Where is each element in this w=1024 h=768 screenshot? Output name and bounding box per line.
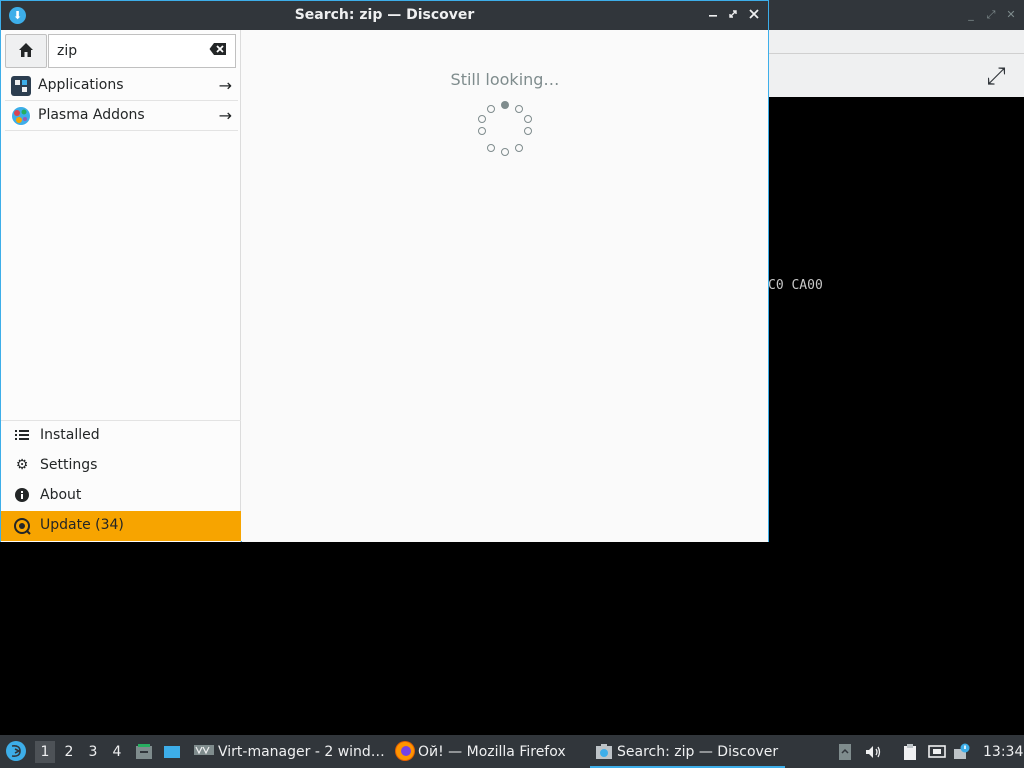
category-plasma-addons[interactable]: Plasma Addons →: [5, 101, 238, 131]
update-notifier-icon[interactable]: [953, 743, 971, 761]
taskbar: 1 2 3 4 Virt-manager - 2 wind… Ой! — Moz…: [0, 735, 1024, 768]
nav-label: Update (34): [40, 517, 124, 533]
nav-label: Installed: [40, 427, 100, 443]
titlebar[interactable]: ⬇ Search: zip — Discover: [1, 1, 768, 30]
nav-label: Settings: [40, 457, 98, 473]
minimize-button[interactable]: [706, 8, 720, 22]
list-icon: [13, 427, 31, 445]
gear-icon: ⚙: [15, 457, 29, 473]
file-manager-icon[interactable]: [135, 743, 153, 761]
home-icon: [18, 42, 34, 62]
sidebar: Applications → Plasma Addons → Installed…: [1, 30, 241, 542]
window-title: Search: zip — Discover: [294, 7, 475, 23]
category-label: Applications: [38, 77, 124, 93]
discover-icon: [595, 743, 613, 761]
plasma-addons-icon: [11, 106, 31, 126]
nav-label: About: [40, 487, 82, 503]
task-discover[interactable]: Search: zip — Discover: [590, 735, 785, 768]
clock[interactable]: 13:34: [983, 744, 1023, 760]
show-desktop-icon[interactable]: [163, 743, 181, 761]
task-discover-label: Search: zip — Discover: [617, 744, 779, 760]
desktop-2[interactable]: 2: [59, 744, 79, 760]
loading-spinner-icon: [478, 101, 532, 156]
firefox-icon: [395, 741, 415, 761]
nav-installed[interactable]: Installed: [1, 421, 241, 451]
arrow-right-icon: →: [218, 76, 232, 95]
desktop-1[interactable]: 1: [35, 741, 55, 763]
clear-text-icon[interactable]: [209, 42, 229, 60]
update-icon: [13, 517, 31, 535]
background-titlebar: _ ⤢ ✕: [768, 0, 1024, 30]
category-label: Plasma Addons: [38, 107, 145, 123]
home-button[interactable]: [5, 34, 47, 68]
volume-icon[interactable]: [864, 743, 882, 761]
background-window: _ ⤢ ✕ ⤢ C0 CA00: [768, 0, 1024, 735]
task-virt-manager[interactable]: Virt-manager - 2 wind…: [218, 744, 385, 760]
application-launcher-icon[interactable]: [6, 741, 26, 761]
minimize-icon[interactable]: _: [964, 8, 978, 22]
search-input[interactable]: [57, 41, 197, 61]
terminal-text: C0 CA00: [768, 278, 823, 293]
background-menubar: [768, 30, 1024, 54]
maximize-button[interactable]: [726, 8, 740, 22]
close-button[interactable]: [747, 8, 761, 22]
discover-window: ⬇ Search: zip — Discover Appli: [0, 0, 769, 542]
info-icon: [13, 487, 31, 505]
close-icon[interactable]: ✕: [1004, 8, 1018, 22]
category-applications[interactable]: Applications →: [5, 71, 238, 101]
nav-about[interactable]: About: [1, 481, 241, 511]
restore-icon[interactable]: ⤢: [984, 8, 998, 22]
desktop-4[interactable]: 4: [107, 744, 127, 760]
search-field[interactable]: [48, 34, 236, 68]
expand-icon[interactable]: ⤢: [982, 62, 1010, 90]
arrow-right-icon: →: [218, 106, 232, 125]
virt-manager-icon: [193, 743, 215, 761]
task-firefox[interactable]: Ой! — Mozilla Firefox: [418, 744, 566, 760]
nav-settings[interactable]: ⚙ Settings: [1, 451, 241, 481]
status-text: Still looking…: [450, 70, 560, 89]
network-icon[interactable]: [928, 743, 946, 761]
expand-tray-icon[interactable]: [836, 743, 854, 761]
background-toolbar: ⤢: [768, 54, 1024, 97]
desktop-3[interactable]: 3: [83, 744, 103, 760]
nav-update[interactable]: Update (34): [1, 511, 241, 541]
applications-icon: [11, 76, 31, 96]
clipboard-icon[interactable]: [901, 743, 919, 761]
main-content: Still looking…: [242, 30, 768, 542]
